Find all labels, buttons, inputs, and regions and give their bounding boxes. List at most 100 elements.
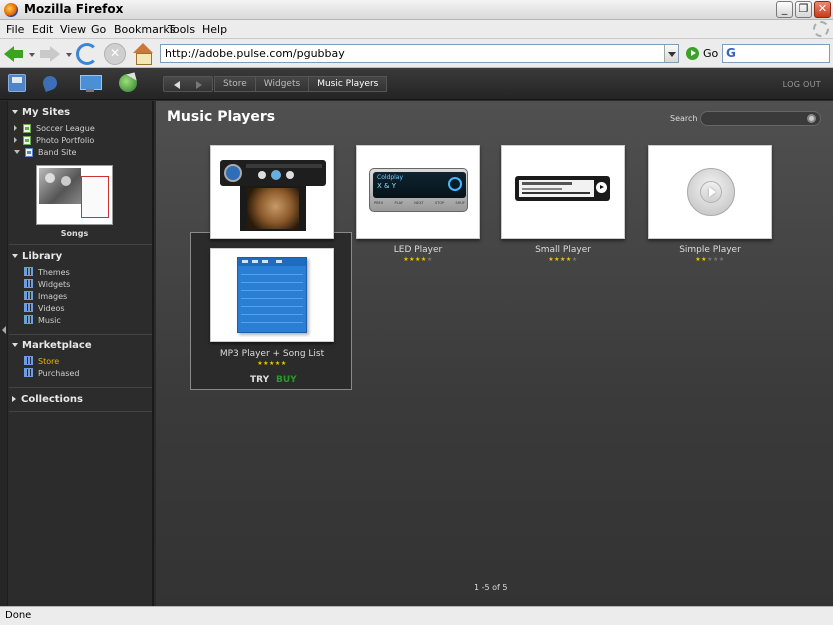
library-label: Videos — [38, 304, 65, 313]
sidebar-collapse-handle[interactable] — [0, 101, 8, 606]
collapsed-triangle-icon[interactable] — [14, 137, 17, 143]
product-card-widget-player[interactable] — [210, 145, 334, 239]
menu-view[interactable]: View — [60, 23, 86, 36]
sidebar-item-purchased[interactable]: Purchased — [24, 368, 79, 380]
marketplace-title: Marketplace — [22, 340, 92, 351]
search-label: Search — [670, 114, 698, 123]
back-arrow-icon[interactable] — [3, 43, 25, 65]
led-key: PREV — [374, 201, 384, 205]
play-icon — [271, 170, 281, 180]
try-button[interactable]: TRY — [250, 375, 269, 385]
breadcrumb: Store Widgets Music Players — [163, 76, 388, 92]
collapse-arrow-icon[interactable] — [2, 326, 6, 334]
web-search-box[interactable]: G — [722, 44, 830, 63]
product-preview[interactable] — [648, 145, 772, 239]
mp3-player-preview — [237, 257, 307, 333]
product-preview[interactable] — [501, 145, 625, 239]
product-card-mp3-player[interactable]: MP3 Player + Song List ★★★★★ — [210, 248, 334, 367]
design-brush-icon[interactable] — [41, 74, 59, 92]
breadcrumb-music-players[interactable]: Music Players — [308, 76, 388, 92]
go-icon[interactable] — [686, 47, 699, 60]
track-title-bar — [246, 164, 322, 168]
stop-icon[interactable] — [104, 43, 126, 65]
store-search[interactable] — [700, 111, 821, 126]
collapsed-triangle-icon[interactable] — [14, 125, 17, 131]
product-preview[interactable] — [210, 145, 334, 239]
menu-help[interactable]: Help — [202, 23, 227, 36]
section-my-sites[interactable]: My Sites — [12, 107, 70, 118]
forward-arrow-icon[interactable] — [40, 43, 62, 65]
expanded-triangle-icon[interactable] — [14, 150, 20, 154]
sidebar-item-soccer-league[interactable]: Soccer League — [14, 123, 95, 135]
menu-edit[interactable]: Edit — [32, 23, 53, 36]
close-button[interactable]: ✕ — [814, 1, 831, 18]
expand-triangle-icon — [12, 254, 18, 258]
reload-icon[interactable] — [76, 43, 98, 65]
url-input[interactable] — [165, 47, 655, 60]
google-icon[interactable]: G — [726, 46, 736, 60]
star-rating: ★★★★★ — [403, 256, 433, 263]
menu-tools[interactable]: Tools — [168, 23, 195, 36]
library-grid-icon — [24, 303, 33, 312]
section-marketplace[interactable]: Marketplace — [12, 340, 92, 351]
home-icon[interactable] — [132, 43, 154, 65]
page-thumbnail-songs[interactable] — [36, 165, 113, 225]
product-card-simple-player[interactable]: Simple Player ★★★★★ — [648, 145, 772, 263]
my-sites-title: My Sites — [22, 107, 71, 118]
small-player-preview — [515, 176, 610, 201]
logout-link[interactable]: LOG OUT — [783, 80, 821, 89]
product-preview[interactable]: Coldplay X & Y PREV PLAY NEXT STOP SHUF — [356, 145, 480, 239]
menu-bookmarks[interactable]: Bookmarks — [114, 23, 175, 36]
led-keys: PREV PLAY NEXT STOP SHUF — [374, 201, 465, 209]
site-page-icon — [23, 136, 31, 145]
led-player-preview: Coldplay X & Y PREV PLAY NEXT STOP SHUF — [369, 168, 468, 212]
breadcrumb-forward-icon[interactable] — [196, 81, 202, 89]
section-library[interactable]: Library — [12, 251, 62, 262]
product-card-small-player[interactable]: Small Player ★★★★★ — [501, 145, 625, 263]
address-bar[interactable] — [160, 44, 679, 63]
collapsed-triangle-icon — [12, 396, 16, 402]
forward-dropdown-icon[interactable] — [66, 53, 72, 57]
preview-monitor-icon[interactable] — [80, 74, 102, 92]
url-dropdown-icon[interactable] — [664, 45, 678, 62]
maximize-button[interactable]: ❐ — [795, 1, 812, 18]
sidebar-item-band-site[interactable]: Band Site — [14, 147, 76, 159]
marketplace-label: Store — [38, 357, 60, 366]
library-grid-icon — [24, 291, 33, 300]
product-card-led-player[interactable]: Coldplay X & Y PREV PLAY NEXT STOP SHUF … — [356, 145, 480, 263]
breadcrumb-store[interactable]: Store — [214, 76, 256, 92]
sidebar-item-widgets[interactable]: Widgets — [24, 279, 70, 291]
sidebar-item-themes[interactable]: Themes — [24, 267, 70, 279]
library-label: Images — [38, 292, 68, 301]
sidebar-item-images[interactable]: Images — [24, 291, 67, 303]
product-name[interactable]: LED Player — [356, 245, 480, 255]
go-label[interactable]: Go — [703, 47, 718, 60]
buy-button[interactable]: BUY — [276, 375, 297, 385]
menu-go[interactable]: Go — [91, 23, 106, 36]
sidebar-item-store[interactable]: Store — [24, 356, 59, 368]
sidebar-item-photo-portfolio[interactable]: Photo Portfolio — [14, 135, 94, 147]
breadcrumb-back-icon[interactable] — [174, 81, 180, 89]
search-input[interactable] — [707, 113, 803, 124]
product-name[interactable]: Simple Player — [648, 245, 772, 255]
status-bar: Done — [0, 606, 833, 625]
search-icon[interactable] — [807, 114, 816, 123]
breadcrumb-widgets[interactable]: Widgets — [254, 76, 310, 92]
sidebar-item-videos[interactable]: Videos — [24, 303, 65, 315]
site-label: Soccer League — [36, 124, 95, 133]
sidebar-item-music[interactable]: Music — [24, 315, 61, 327]
section-collections[interactable]: Collections — [12, 394, 83, 405]
product-name[interactable]: Small Player — [501, 245, 625, 255]
product-name[interactable]: MP3 Player + Song List — [210, 349, 334, 359]
publish-globe-icon[interactable] — [119, 74, 137, 92]
led-key: PLAY — [394, 201, 403, 205]
product-preview[interactable] — [210, 248, 334, 342]
minimize-button[interactable]: _ — [776, 1, 793, 18]
menu-file[interactable]: File — [6, 23, 24, 36]
back-dropdown-icon[interactable] — [29, 53, 35, 57]
thumbnail-frame — [81, 176, 109, 218]
save-icon[interactable] — [8, 74, 26, 92]
expand-triangle-icon — [12, 343, 18, 347]
star-rating: ★★★★★ — [548, 256, 578, 263]
app-toolbar: Store Widgets Music Players LOG OUT — [0, 68, 833, 100]
